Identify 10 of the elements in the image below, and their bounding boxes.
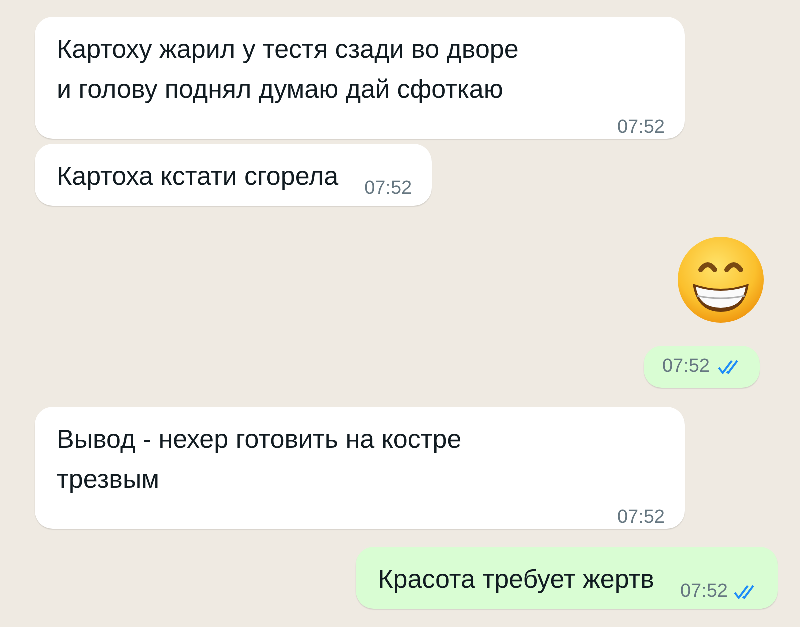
message-text: Картоха кстати сгорела	[57, 160, 339, 193]
grinning-face-icon	[677, 236, 765, 324]
message-text: Красота требует жертв	[378, 563, 654, 596]
message-text: Картоху жарил у тестя сзади во дворе и голову поднял думаю дай сфоткаю	[57, 33, 520, 106]
message-time: 07:52	[364, 178, 412, 200]
message-time: 07:52	[617, 507, 665, 529]
message-time: 07:52	[617, 117, 665, 139]
message-time: 07:52	[662, 356, 710, 378]
message-time: 07:52	[680, 581, 728, 603]
message-text: Вывод - нехер готовить на костре трезвым	[57, 423, 463, 496]
